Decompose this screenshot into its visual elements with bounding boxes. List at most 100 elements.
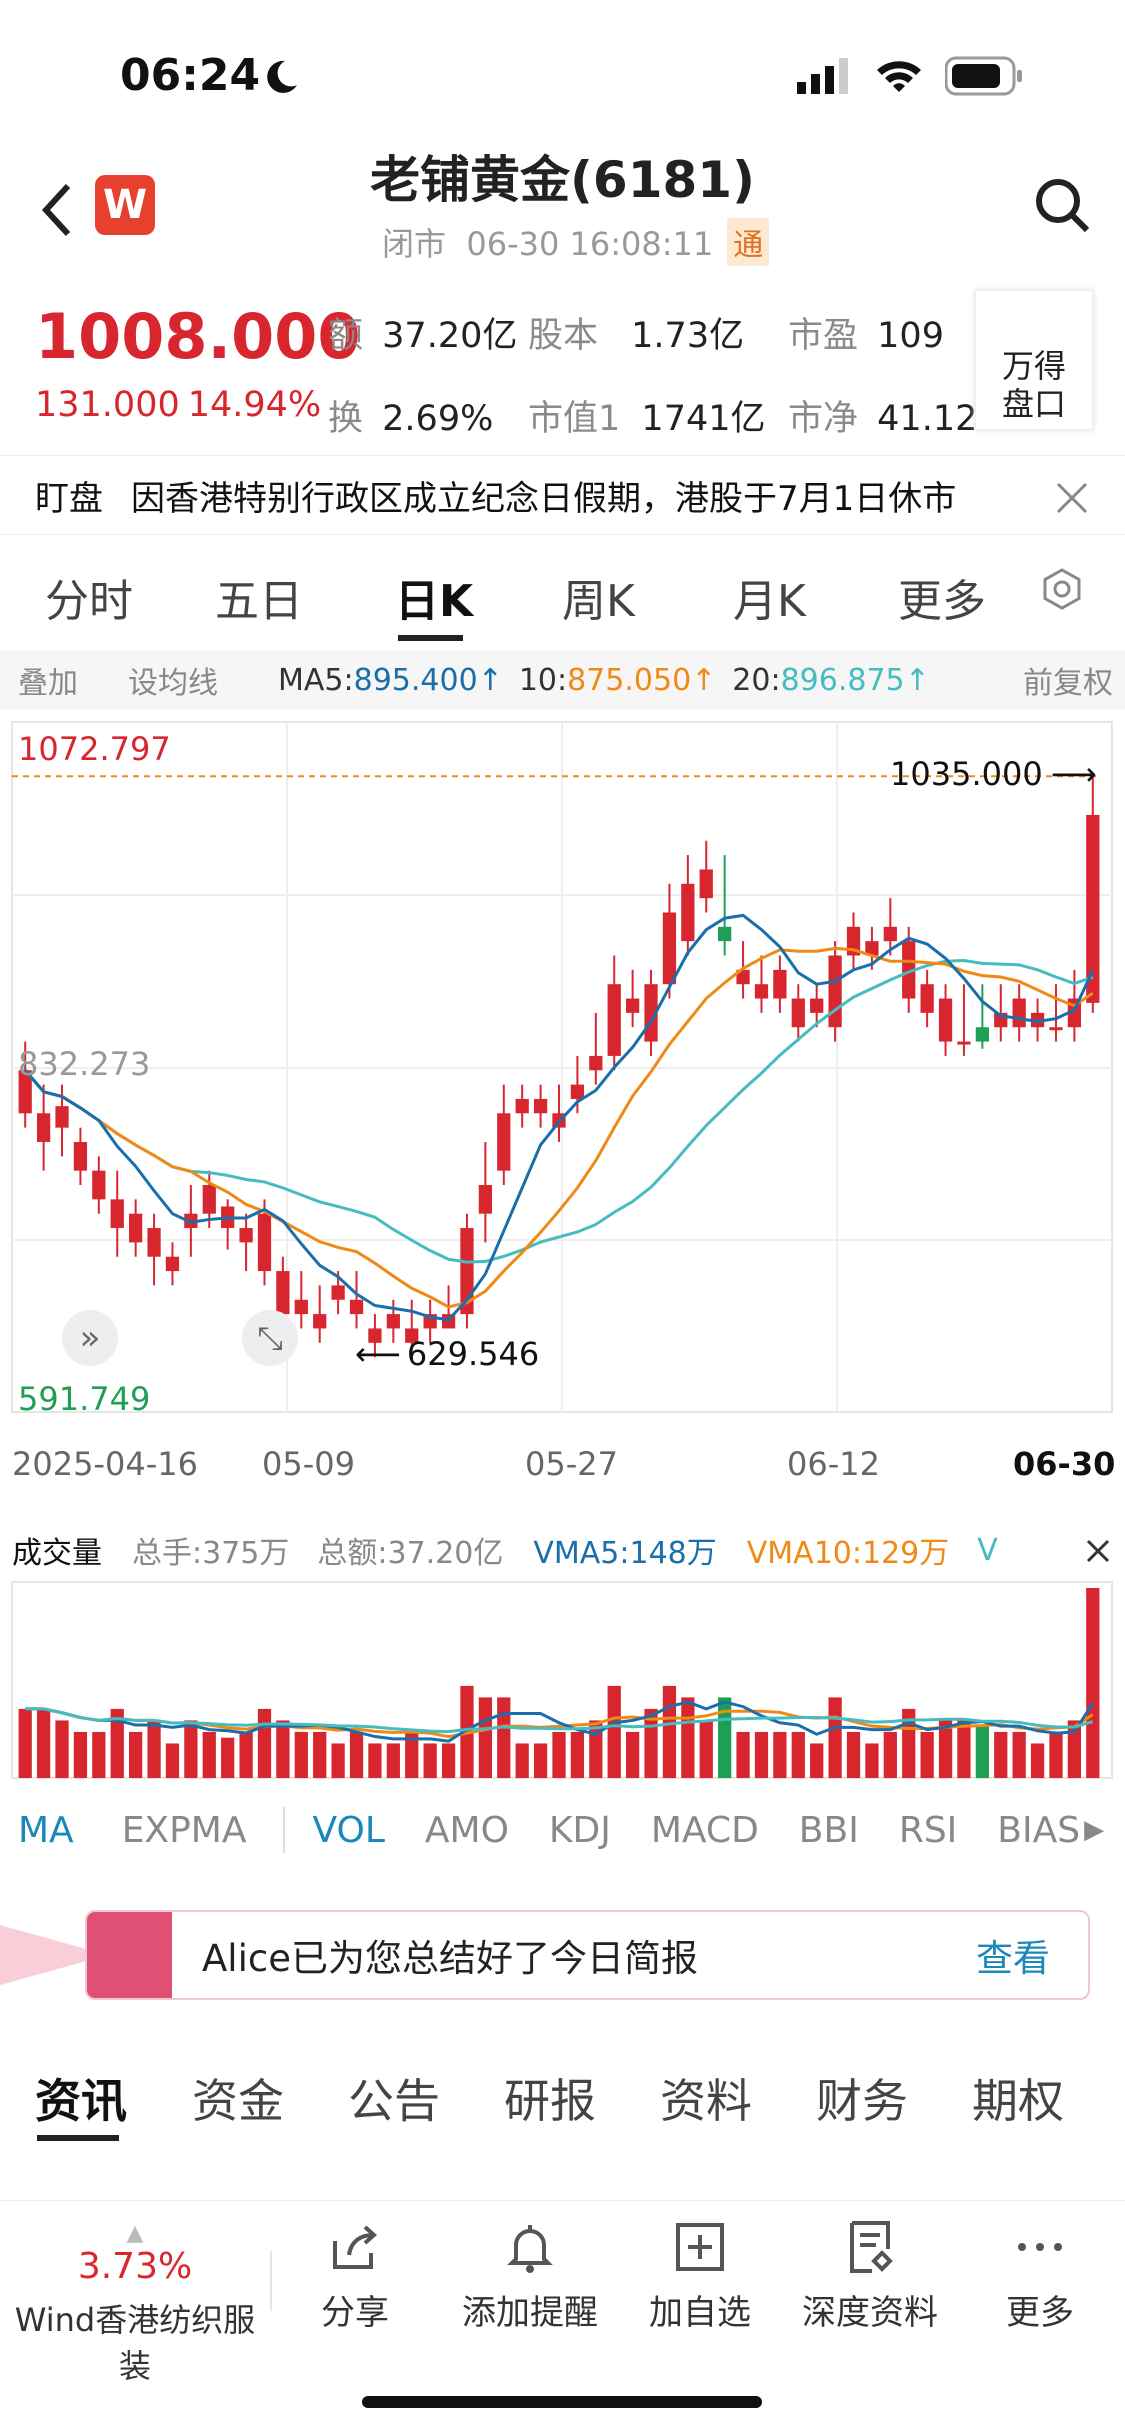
add-alert-button[interactable]: 添加提醒 (440, 2219, 620, 2334)
candle-body (533, 1098, 548, 1114)
candle-body (754, 984, 769, 999)
set-ma-button[interactable]: 设均线 (128, 658, 218, 702)
indicator-macd[interactable]: MACD (651, 1810, 759, 1851)
alice-text: Alice已为您总结好了今日简报 (202, 1937, 698, 1980)
candle-body (331, 1285, 345, 1300)
volume-bar (1086, 1588, 1100, 1778)
volume-bar (257, 1708, 272, 1778)
volume-bar (718, 1697, 732, 1778)
tab-five-day[interactable]: 五日 (215, 565, 303, 629)
deep-data-label: 深度资料 (802, 2293, 938, 2333)
bottom-toolbar: ▲ 3.73% Wind香港纺织服装 分享 添加提醒 加自选 深度资料 更多 (0, 2200, 1125, 2436)
candle-body (975, 1027, 989, 1042)
y-mid-label: 832.273 (18, 1045, 151, 1083)
tab-more[interactable]: 更多 (898, 565, 986, 629)
candle-body (957, 1041, 971, 1045)
alice-view-link[interactable]: 查看 (976, 1928, 1050, 1982)
x-label: 06-30 (1013, 1445, 1116, 1483)
candle-body (1086, 814, 1100, 1003)
overlay-button[interactable]: 叠加 (18, 658, 78, 702)
volume-bar (368, 1743, 382, 1778)
news-tabs: 资讯 资金 公告 研报 资料 财务 期权 (0, 2040, 1125, 2150)
indicator-amo[interactable]: AMO (425, 1810, 509, 1851)
candle-body (349, 1299, 364, 1315)
volume-bar (883, 1731, 897, 1778)
volume-bar (497, 1697, 511, 1778)
volume-legend: 成交量 总手:375万 总额:37.20亿 VMA5:148万 VMA10:12… (0, 1520, 1125, 1580)
quote-label: 市值1 (528, 399, 621, 439)
indicator-ma[interactable]: MA (18, 1810, 74, 1851)
deep-data-button[interactable]: 深度资料 (785, 2219, 955, 2334)
alice-card[interactable]: Alice已为您总结好了今日简报 查看 (85, 1910, 1090, 2000)
quote-value: 41.12 (877, 399, 978, 439)
tab-monthly-k[interactable]: 月K (733, 565, 806, 629)
kline-chart[interactable]: 1072.797 832.273 591.749 1035.000 ⟶ ⟵ 629.… (0, 710, 1125, 1520)
market-status: 闭市 06-30 16:08:11 (382, 225, 714, 263)
volume-total: 总手:375万 (132, 1536, 290, 1571)
tab-weekly-k[interactable]: 周K (562, 565, 635, 629)
volume-bar (1030, 1743, 1045, 1778)
tab-options[interactable]: 期权 (972, 2065, 1064, 2131)
tab-daily-k[interactable]: 日K (395, 565, 473, 629)
candle-body (699, 869, 713, 899)
candle-body (1049, 1027, 1063, 1031)
more-button[interactable]: 更多 (985, 2219, 1095, 2334)
quote-panel: 1008.000 131.000 14.94% 额 37.20亿 股本 1.73… (0, 285, 1125, 445)
candle-body (313, 1314, 327, 1329)
adjust-button[interactable]: 前复权 (1023, 658, 1113, 702)
tab-profile[interactable]: 资料 (660, 2065, 752, 2131)
wind-depth-button[interactable]: 万得 盘口 (975, 290, 1093, 430)
quote-value: 2.69% (382, 399, 494, 439)
low-annotation: 629.546 (406, 1335, 540, 1373)
volume-bar (92, 1731, 106, 1778)
volume-bar (846, 1731, 861, 1778)
close-icon[interactable] (1055, 481, 1089, 515)
plus-square-icon (676, 2223, 724, 2271)
indicator-rsi[interactable]: RSI (899, 1810, 957, 1851)
candle-body (55, 1106, 69, 1128)
volume-chart[interactable] (0, 1580, 1125, 1780)
candle-body (294, 1299, 308, 1315)
indicator-kdj[interactable]: KDJ (549, 1810, 611, 1851)
wifi-icon (877, 61, 921, 92)
search-icon[interactable] (1032, 175, 1092, 235)
sector-name: Wind香港纺织服装 (14, 2301, 256, 2385)
tab-research[interactable]: 研报 (504, 2065, 596, 2131)
share-icon (333, 2225, 378, 2269)
candle-body (791, 998, 805, 1028)
tab-announcements[interactable]: 公告 (348, 2065, 440, 2131)
candle-body (718, 926, 732, 942)
close-icon[interactable] (1085, 1538, 1111, 1564)
ma20-label: 20: (732, 662, 781, 698)
volume-bar (478, 1697, 492, 1778)
play-right-icon[interactable]: ▶ (1084, 1815, 1104, 1845)
candle-body (515, 1098, 529, 1114)
tab-finance[interactable]: 财务 (816, 2065, 908, 2131)
indicator-bbi[interactable]: BBI (799, 1810, 859, 1851)
bell-icon (507, 2225, 553, 2273)
tab-news[interactable]: 资讯 (35, 2065, 127, 2131)
quote-label: 市盈 (788, 316, 859, 356)
quote-label: 市净 (788, 399, 859, 439)
y-max-label: 1072.797 (18, 730, 171, 768)
share-button[interactable]: 分享 (300, 2219, 410, 2334)
volume-bar (294, 1731, 308, 1778)
indicator-tabs: MA EXPMA VOL AMO KDJ MACD BBI RSI BIAS ▶ (0, 1790, 1125, 1870)
indicator-vol[interactable]: VOL (313, 1810, 385, 1851)
expand-left-icon[interactable]: » (62, 1310, 118, 1366)
candle-body (810, 998, 824, 1013)
depth-label: 万得 盘口 (1001, 347, 1066, 423)
candle-body (36, 1113, 51, 1142)
volume-bar (147, 1720, 161, 1778)
sector-widget[interactable]: ▲ 3.73% Wind香港纺织服装 (0, 2221, 270, 2387)
vma5-label: VMA5:148万 (533, 1536, 717, 1571)
fullscreen-icon[interactable]: ⤡ (242, 1310, 298, 1366)
tab-intraday[interactable]: 分时 (45, 565, 133, 629)
x-label: 05-09 (262, 1445, 355, 1483)
add-watchlist-button[interactable]: 加自选 (640, 2219, 760, 2334)
tab-funds[interactable]: 资金 (192, 2065, 284, 2131)
ma20-value: 896.875↑ (780, 662, 930, 698)
indicator-bias[interactable]: BIAS (997, 1810, 1080, 1851)
indicator-expma[interactable]: EXPMA (122, 1810, 247, 1851)
settings-icon[interactable] (1040, 567, 1084, 611)
